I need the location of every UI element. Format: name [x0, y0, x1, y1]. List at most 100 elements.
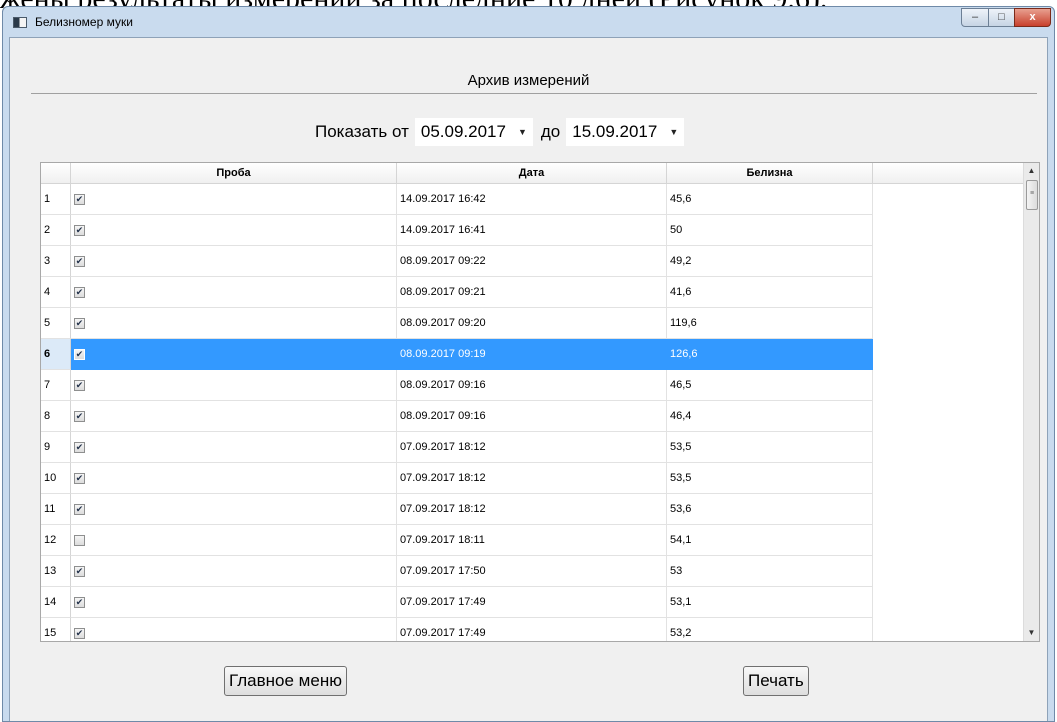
close-button[interactable]: x [1014, 8, 1051, 27]
table-row[interactable]: 12 07.09.2017 18:11 54,1 [41, 525, 1023, 556]
date-cell[interactable]: 08.09.2017 09:21 [397, 277, 667, 308]
whiteness-cell[interactable]: 41,6 [667, 277, 873, 308]
show-from-label: Показать от [315, 122, 409, 141]
column-header-whiteness[interactable]: Белизна [667, 163, 873, 183]
table-row[interactable]: 14 ✔ 07.09.2017 17:49 53,1 [41, 587, 1023, 618]
table-row[interactable]: 10 ✔ 07.09.2017 18:12 53,5 [41, 463, 1023, 494]
probe-cell[interactable]: ✔ [71, 587, 397, 618]
scroll-down-arrow-icon[interactable]: ▼ [1024, 625, 1039, 641]
main-menu-button[interactable]: Главное меню [224, 666, 347, 696]
vertical-scrollbar[interactable]: ▲ ≡ ▼ [1023, 163, 1039, 641]
minimize-button[interactable]: – [961, 8, 989, 27]
probe-cell[interactable]: ✔ [71, 556, 397, 587]
table-row[interactable]: 7 ✔ 08.09.2017 09:16 46,5 [41, 370, 1023, 401]
date-cell[interactable]: 08.09.2017 09:16 [397, 401, 667, 432]
whiteness-cell[interactable]: 54,1 [667, 525, 873, 556]
print-button[interactable]: Печать [743, 666, 809, 696]
checkbox-checked-icon[interactable]: ✔ [74, 411, 85, 422]
table-row[interactable]: 9 ✔ 07.09.2017 18:12 53,5 [41, 432, 1023, 463]
date-from-combo[interactable]: 05.09.2017 ▼ [414, 118, 533, 146]
table-row[interactable]: 3 ✔ 08.09.2017 09:22 49,2 [41, 246, 1023, 277]
column-header-probe[interactable]: Проба [71, 163, 397, 183]
table-row[interactable]: 11 ✔ 07.09.2017 18:12 53,6 [41, 494, 1023, 525]
date-to-combo[interactable]: 15.09.2017 ▼ [566, 118, 685, 146]
table-row[interactable]: 8 ✔ 08.09.2017 09:16 46,4 [41, 401, 1023, 432]
date-cell[interactable]: 07.09.2017 17:49 [397, 618, 667, 641]
date-cell[interactable]: 07.09.2017 18:12 [397, 463, 667, 494]
table-row[interactable]: 2 ✔ 14.09.2017 16:41 50 [41, 215, 1023, 246]
date-cell[interactable]: 08.09.2017 09:19 [397, 339, 667, 370]
app-window: Белизномер муки – □ x Архив измерений По… [2, 6, 1055, 722]
checkbox-checked-icon[interactable]: ✔ [74, 318, 85, 329]
row-number: 11 [41, 494, 71, 525]
date-filter: Показать от 05.09.2017 ▼ до 15.09.2017 ▼ [315, 118, 685, 146]
whiteness-cell[interactable]: 126,6 [667, 339, 873, 370]
whiteness-cell[interactable]: 45,6 [667, 184, 873, 215]
checkbox-checked-icon[interactable]: ✔ [74, 225, 85, 236]
checkbox-unchecked-icon[interactable] [74, 535, 85, 546]
checkbox-checked-icon[interactable]: ✔ [74, 566, 85, 577]
checkbox-checked-icon[interactable]: ✔ [74, 504, 85, 515]
table-row[interactable]: 4 ✔ 08.09.2017 09:21 41,6 [41, 277, 1023, 308]
probe-cell[interactable]: ✔ [71, 401, 397, 432]
table-row[interactable]: 15 ✔ 07.09.2017 17:49 53,2 [41, 618, 1023, 641]
table-row[interactable]: 1 ✔ 14.09.2017 16:42 45,6 [41, 184, 1023, 215]
date-cell[interactable]: 14.09.2017 16:42 [397, 184, 667, 215]
whiteness-cell[interactable]: 53,5 [667, 463, 873, 494]
checkbox-checked-icon[interactable]: ✔ [74, 194, 85, 205]
row-number: 14 [41, 587, 71, 618]
checkbox-checked-icon[interactable]: ✔ [74, 256, 85, 267]
probe-cell[interactable] [71, 525, 397, 556]
probe-cell[interactable]: ✔ [71, 184, 397, 215]
whiteness-cell[interactable]: 53 [667, 556, 873, 587]
date-cell[interactable]: 07.09.2017 18:11 [397, 525, 667, 556]
checkbox-checked-icon[interactable]: ✔ [74, 380, 85, 391]
date-cell[interactable]: 08.09.2017 09:16 [397, 370, 667, 401]
whiteness-cell[interactable]: 49,2 [667, 246, 873, 277]
date-cell[interactable]: 07.09.2017 17:50 [397, 556, 667, 587]
checkbox-checked-icon[interactable]: ✔ [74, 287, 85, 298]
date-cell[interactable]: 07.09.2017 18:12 [397, 432, 667, 463]
scroll-thumb[interactable]: ≡ [1026, 180, 1038, 210]
checkbox-checked-icon[interactable]: ✔ [74, 628, 85, 639]
probe-cell[interactable]: ✔ [71, 308, 397, 339]
row-number-header [41, 163, 71, 183]
app-icon [13, 17, 27, 28]
scroll-up-arrow-icon[interactable]: ▲ [1024, 163, 1039, 179]
checkbox-checked-icon[interactable]: ✔ [74, 349, 85, 360]
probe-cell[interactable]: ✔ [71, 618, 397, 641]
probe-cell[interactable]: ✔ [71, 215, 397, 246]
probe-cell[interactable]: ✔ [71, 339, 397, 370]
checkbox-checked-icon[interactable]: ✔ [74, 597, 85, 608]
date-cell[interactable]: 07.09.2017 17:49 [397, 587, 667, 618]
checkbox-checked-icon[interactable]: ✔ [74, 442, 85, 453]
title-divider [31, 93, 1037, 94]
whiteness-cell[interactable]: 53,6 [667, 494, 873, 525]
date-cell[interactable]: 14.09.2017 16:41 [397, 215, 667, 246]
probe-cell[interactable]: ✔ [71, 370, 397, 401]
date-cell[interactable]: 08.09.2017 09:22 [397, 246, 667, 277]
table-row[interactable]: 6 ✔ 08.09.2017 09:19 126,6 [41, 339, 1023, 370]
whiteness-cell[interactable]: 53,1 [667, 587, 873, 618]
probe-cell[interactable]: ✔ [71, 463, 397, 494]
to-label: до [540, 122, 561, 141]
date-cell[interactable]: 07.09.2017 18:12 [397, 494, 667, 525]
probe-cell[interactable]: ✔ [71, 246, 397, 277]
whiteness-cell[interactable]: 119,6 [667, 308, 873, 339]
whiteness-cell[interactable]: 53,2 [667, 618, 873, 641]
table-row[interactable]: 13 ✔ 07.09.2017 17:50 53 [41, 556, 1023, 587]
probe-cell[interactable]: ✔ [71, 494, 397, 525]
table-row[interactable]: 5 ✔ 08.09.2017 09:20 119,6 [41, 308, 1023, 339]
probe-cell[interactable]: ✔ [71, 432, 397, 463]
probe-cell[interactable]: ✔ [71, 277, 397, 308]
whiteness-cell[interactable]: 53,5 [667, 432, 873, 463]
whiteness-cell[interactable]: 50 [667, 215, 873, 246]
checkbox-checked-icon[interactable]: ✔ [74, 473, 85, 484]
column-header-date[interactable]: Дата [397, 163, 667, 183]
whiteness-cell[interactable]: 46,4 [667, 401, 873, 432]
measurements-table[interactable]: Проба Дата Белизна 1 ✔ 14.09.2017 16:42 45,… [40, 162, 1040, 642]
maximize-button[interactable]: □ [988, 8, 1015, 27]
row-number: 7 [41, 370, 71, 401]
whiteness-cell[interactable]: 46,5 [667, 370, 873, 401]
date-cell[interactable]: 08.09.2017 09:20 [397, 308, 667, 339]
